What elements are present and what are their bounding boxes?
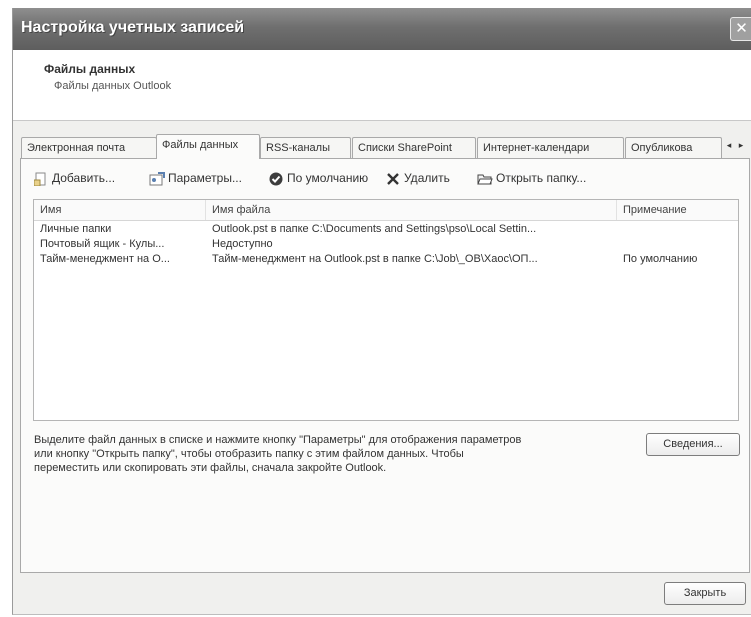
close-icon: ✕ bbox=[735, 19, 748, 37]
open-folder-button[interactable]: Открыть папку... bbox=[477, 167, 586, 189]
row-file: Тайм-менеджмент на Outlook.pst в папке C… bbox=[212, 253, 538, 265]
tab-data-files-label: Файлы данных bbox=[162, 139, 239, 151]
list-header: Имя Имя файла Примечание bbox=[34, 200, 738, 221]
row-name: Личные папки bbox=[40, 223, 112, 235]
row-file: Недоступно bbox=[212, 238, 273, 250]
tab-scroll-right-icon[interactable]: ▸ bbox=[736, 138, 746, 154]
row-note: По умолчанию bbox=[623, 253, 698, 265]
open-folder-button-label: Открыть папку... bbox=[496, 171, 587, 185]
tab-internet-calendars[interactable]: Интернет-календари bbox=[477, 137, 624, 158]
set-default-button-label: По умолчанию bbox=[287, 171, 369, 185]
tab-rss[interactable]: RSS-каналы bbox=[260, 137, 351, 158]
tab-published-label: Опубликова bbox=[631, 142, 693, 154]
page-header: Файлы данных Файлы данных Outlook bbox=[13, 50, 751, 121]
add-button[interactable]: Добавить... bbox=[33, 167, 115, 189]
tab-published[interactable]: Опубликова bbox=[625, 137, 722, 158]
settings-icon bbox=[149, 171, 165, 186]
tab-rss-label: RSS-каналы bbox=[266, 142, 330, 154]
data-files-panel: Добавить... Параметры... По умолчанию Уд… bbox=[20, 158, 750, 573]
delete-button-label: Удалить bbox=[404, 171, 450, 185]
table-row[interactable]: Почтовый ящик - Кулы... Недоступно bbox=[34, 237, 738, 252]
column-header-name[interactable]: Имя bbox=[34, 200, 206, 220]
tab-sharepoint-label: Списки SharePoint bbox=[358, 142, 452, 154]
page-title: Файлы данных bbox=[44, 62, 136, 76]
set-default-button[interactable]: По умолчанию bbox=[268, 167, 368, 189]
page-subtitle: Файлы данных Outlook bbox=[54, 80, 172, 92]
info-line-2: или кнопку "Открыть папку", чтобы отобра… bbox=[34, 448, 464, 460]
row-note bbox=[617, 222, 738, 237]
data-files-list[interactable]: Имя Имя файла Примечание Личные папки Ou… bbox=[33, 199, 739, 421]
row-file: Outlook.pst в папке C:\Documents and Set… bbox=[212, 223, 537, 235]
table-row[interactable]: Личные папки Outlook.pst в папке C:\Docu… bbox=[34, 222, 738, 237]
info-line-3: переместить или скопировать эти файлы, с… bbox=[34, 462, 387, 474]
tab-email[interactable]: Электронная почта bbox=[21, 137, 157, 158]
add-button-label: Добавить... bbox=[52, 171, 116, 185]
tab-scroll-left-icon[interactable]: ◂ bbox=[724, 138, 734, 154]
close-button[interactable]: Закрыть bbox=[664, 582, 746, 605]
tab-email-label: Электронная почта bbox=[27, 142, 126, 154]
tab-sharepoint[interactable]: Списки SharePoint bbox=[352, 137, 476, 158]
check-circle-icon bbox=[268, 172, 284, 186]
column-header-note[interactable]: Примечание bbox=[617, 200, 738, 220]
close-window-button[interactable]: ✕ bbox=[730, 17, 751, 41]
delete-button[interactable]: Удалить bbox=[385, 167, 450, 189]
settings-button[interactable]: Параметры... bbox=[149, 167, 242, 189]
row-name: Тайм-менеджмент на О... bbox=[40, 253, 170, 265]
row-name: Почтовый ящик - Кулы... bbox=[40, 238, 165, 250]
details-button[interactable]: Сведения... bbox=[646, 433, 740, 456]
info-line-1: Выделите файл данных в списке и нажмите … bbox=[34, 434, 522, 446]
open-folder-icon bbox=[477, 172, 493, 186]
tab-data-files[interactable]: Файлы данных bbox=[156, 134, 260, 159]
add-file-icon bbox=[33, 172, 49, 187]
table-row[interactable]: Тайм-менеджмент на О... Тайм-менеджмент … bbox=[34, 252, 738, 267]
tab-internet-calendars-label: Интернет-календари bbox=[483, 142, 590, 154]
column-header-filename[interactable]: Имя файла bbox=[206, 200, 617, 220]
tab-strip: Электронная почта Файлы данных RSS-канал… bbox=[21, 134, 751, 159]
title-bar: Настройка учетных записей ✕ bbox=[13, 8, 751, 50]
window-title: Настройка учетных записей bbox=[21, 19, 245, 36]
info-text: Выделите файл данных в списке и нажмите … bbox=[34, 433, 654, 475]
delete-x-icon bbox=[385, 172, 401, 186]
settings-button-label: Параметры... bbox=[168, 171, 242, 185]
row-note bbox=[617, 237, 738, 252]
